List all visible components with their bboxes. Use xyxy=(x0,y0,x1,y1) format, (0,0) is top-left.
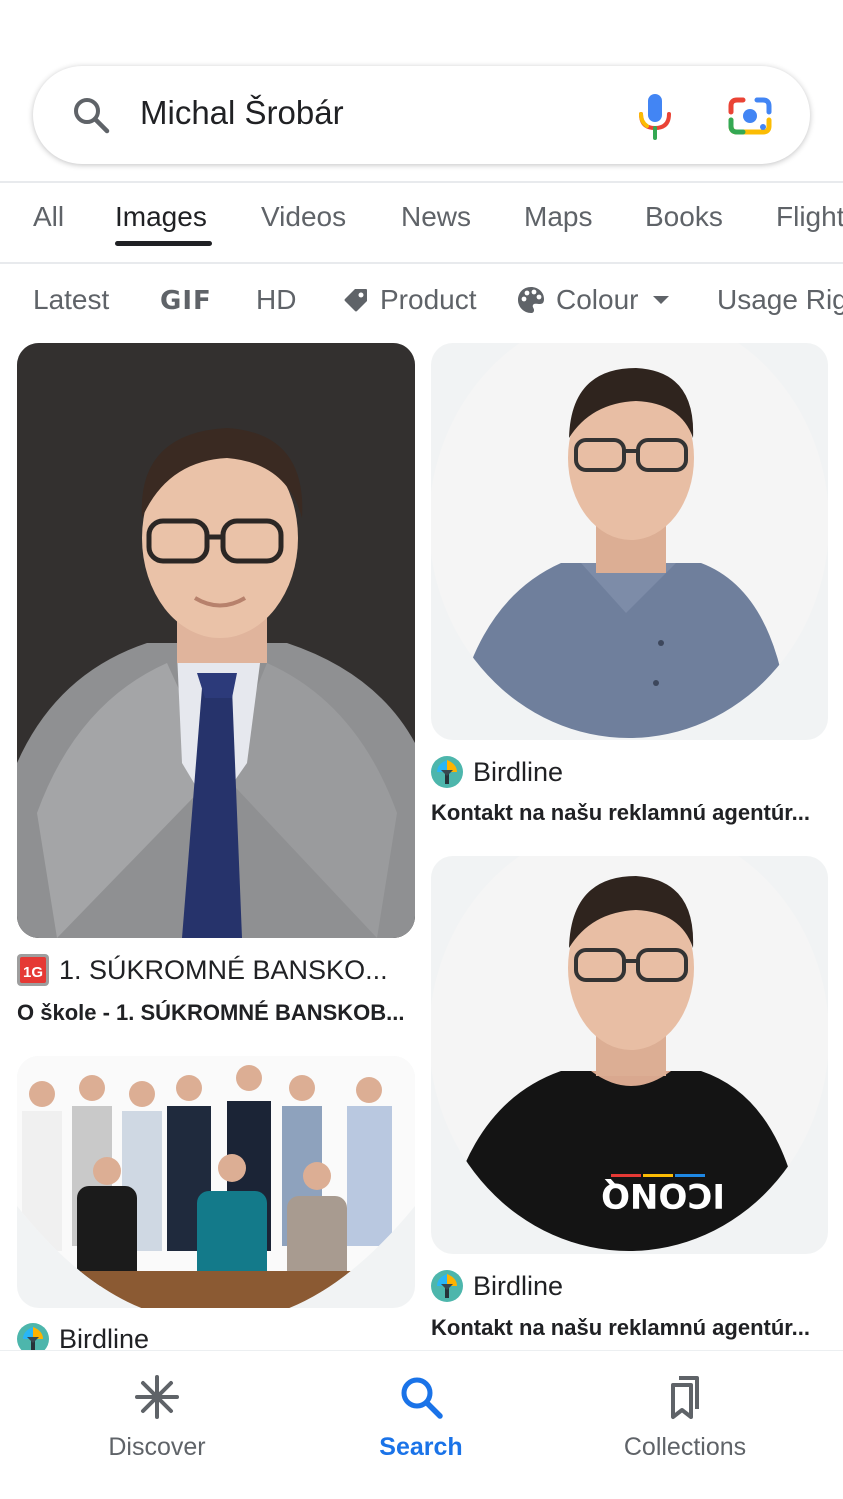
tab-news[interactable]: News xyxy=(401,201,471,233)
bottom-navigation: Discover Search Collections xyxy=(0,1350,843,1499)
tab-all[interactable]: All xyxy=(33,201,64,233)
chip-gif[interactable]: GIF xyxy=(160,286,212,316)
image-result-2[interactable] xyxy=(431,343,828,740)
birdline-icon xyxy=(431,1270,463,1302)
nav-discover[interactable]: Discover xyxy=(57,1373,257,1462)
chip-usage-rights[interactable]: Usage Rights xyxy=(717,284,843,316)
asterisk-icon xyxy=(135,1375,179,1419)
tab-flights[interactable]: Flights xyxy=(776,201,843,233)
result-3-photo: ICONQ xyxy=(431,856,828,1254)
microphone-icon[interactable] xyxy=(633,92,677,140)
chip-hd-label: HD xyxy=(256,284,297,315)
result-1-source-label: 1. SÚKROMNÉ BANSKO... xyxy=(59,954,388,985)
result-2-caption[interactable]: Kontakt na našu reklamnú agentúr... xyxy=(431,800,831,826)
search-query[interactable]: Michal Šrobár xyxy=(140,94,344,132)
dropdown-arrow-icon xyxy=(653,296,670,304)
result-2-source-label: Birdline xyxy=(473,756,564,787)
nav-collections[interactable]: Collections xyxy=(585,1373,785,1462)
birdline-icon xyxy=(431,756,463,788)
active-tab-indicator xyxy=(115,241,212,246)
search-tabs: All Images Videos News Maps Books Flight… xyxy=(0,183,843,263)
nav-search[interactable]: Search xyxy=(321,1373,521,1462)
result-3-source-label: Birdline xyxy=(473,1270,564,1301)
shirt-logo-text: ICONQ xyxy=(601,1175,725,1215)
chip-latest[interactable]: Latest xyxy=(33,284,109,316)
image-result-3[interactable]: ICONQ xyxy=(431,856,828,1254)
bookmarks-icon xyxy=(671,1376,699,1419)
search-icon xyxy=(401,1377,443,1419)
result-1-source[interactable]: 1G 1. SÚKROMNÉ BANSKO... xyxy=(17,954,388,986)
palette-icon xyxy=(518,287,544,313)
chip-colour-label: Colour xyxy=(556,284,639,315)
result-3-caption[interactable]: Kontakt na našu reklamnú agentúr... xyxy=(431,1315,831,1341)
image-result-4[interactable] xyxy=(17,1056,415,1308)
tag-icon xyxy=(344,289,367,312)
chip-hd[interactable]: HD xyxy=(256,284,296,316)
svg-text:1G: 1G xyxy=(23,964,43,981)
chip-product-label: Product xyxy=(380,284,477,315)
chip-product[interactable]: Product xyxy=(342,284,477,316)
filter-chips: Latest GIF HD Product Colour Usage Right… xyxy=(0,264,843,340)
nav-search-label: Search xyxy=(379,1433,463,1461)
tab-images[interactable]: Images xyxy=(115,201,207,233)
school-logo-icon: 1G xyxy=(17,954,49,986)
image-result-1[interactable] xyxy=(17,343,415,938)
result-4-photo xyxy=(17,1056,415,1308)
tab-videos[interactable]: Videos xyxy=(261,201,346,233)
search-icon[interactable] xyxy=(71,95,111,135)
result-1-photo xyxy=(17,343,415,938)
result-2-photo xyxy=(431,343,828,740)
search-bar[interactable]: Michal Šrobár xyxy=(33,66,810,164)
result-2-source[interactable]: Birdline xyxy=(431,756,563,788)
nav-discover-label: Discover xyxy=(108,1433,206,1461)
tab-books[interactable]: Books xyxy=(645,201,723,233)
result-3-source[interactable]: Birdline xyxy=(431,1270,563,1302)
google-lens-icon[interactable] xyxy=(727,94,773,138)
tab-maps[interactable]: Maps xyxy=(524,201,592,233)
result-1-caption[interactable]: O škole - 1. SÚKROMNÉ BANSKOB... xyxy=(17,1000,415,1026)
chip-colour[interactable]: Colour xyxy=(516,284,672,316)
nav-collections-label: Collections xyxy=(623,1433,747,1461)
